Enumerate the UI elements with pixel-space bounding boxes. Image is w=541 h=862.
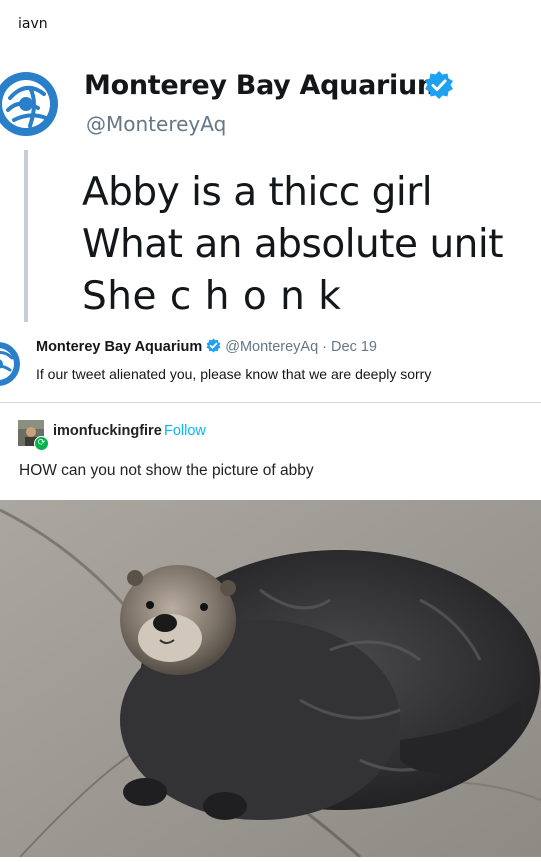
- aquarium-logo-small: [0, 338, 22, 390]
- tweet1-text-line: What an absolute unit: [82, 222, 504, 267]
- sea-otter-photo: [0, 500, 541, 859]
- thread-line: [24, 150, 28, 322]
- post-text: HOW can you not show the picture of abby: [19, 462, 314, 479]
- aquarium-logo-large: [0, 68, 64, 140]
- tweet1-text-line: Abby is a thicc girl: [82, 170, 433, 215]
- reblog-icon: ⟳: [34, 436, 49, 451]
- verified-badge-icon: [206, 338, 221, 353]
- tweet2-account-name[interactable]: Monterey Bay Aquarium: [36, 339, 202, 355]
- tweet1-text-line: She c h o n k: [82, 274, 342, 319]
- verified-badge-icon: [424, 70, 454, 100]
- tweet1-account-name[interactable]: Monterey Bay Aquarium: [84, 70, 445, 101]
- tweet1-handle[interactable]: @MontereyAq: [86, 112, 226, 136]
- tweet2-body: If our tweet alienated you, please know …: [36, 366, 432, 382]
- reblog-username[interactable]: imonfuckingfire: [53, 423, 162, 439]
- reblog-source-username[interactable]: iavn: [18, 16, 48, 32]
- follow-button[interactable]: Follow: [164, 423, 206, 439]
- tweet2-header: Monterey Bay Aquarium @MontereyAq · Dec 1…: [36, 338, 377, 355]
- divider: [0, 402, 541, 403]
- tweet2-meta: @MontereyAq · Dec 19: [225, 339, 377, 355]
